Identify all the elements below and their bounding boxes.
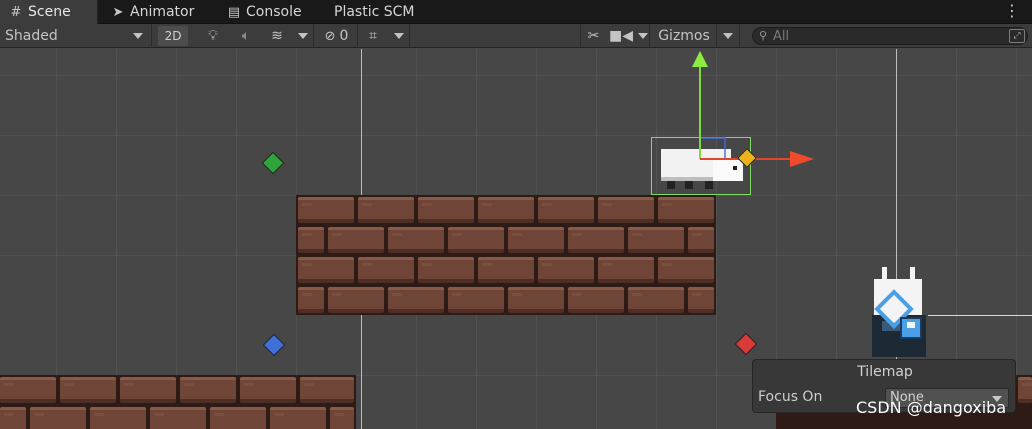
overlay-title: Tilemap <box>857 364 913 380</box>
chevron-down-icon <box>393 33 404 39</box>
move-y-axis-handle[interactable] <box>699 55 701 159</box>
layers-icon: ≋ <box>271 28 283 44</box>
tab-bar: # Scene ➤ Animator ▤ Console Plastic SCM… <box>0 0 1032 24</box>
script-gizmo-icon <box>872 289 922 339</box>
arrow-up-icon[interactable] <box>692 51 708 67</box>
watermark: CSDN @dangoxiba <box>856 398 1007 417</box>
shading-mode-label: Shaded <box>5 28 58 44</box>
chevron-down-icon <box>133 33 143 39</box>
scene-visibility-toggle[interactable]: ⊘ 0 <box>316 24 358 48</box>
focus-on-label: Focus On <box>758 389 823 405</box>
audio-toggle[interactable]: 🔈︎ <box>232 24 260 48</box>
more-options-icon[interactable]: ⋮ <box>1004 2 1020 20</box>
tab-animator[interactable]: ➤ Animator <box>102 0 218 24</box>
grid-line <box>56 49 57 429</box>
animator-icon: ➤ <box>112 4 124 20</box>
search-placeholder: All <box>773 29 790 44</box>
tools-icon: ✂ <box>587 28 600 44</box>
tab-plastic-scm-label: Plastic SCM <box>334 4 415 20</box>
camera-dropdown[interactable]: ■◀ <box>608 24 650 48</box>
scene-toolbar: Shaded 2D 💡︎ 🔈︎ ≋ ⊘ 0 ⌗ ✂ ■◀ Gizmos ⚲ Al… <box>0 24 1032 48</box>
effects-toggle[interactable]: ≋ <box>264 24 290 48</box>
tab-scene-label: Scene <box>28 4 71 20</box>
arrow-right-icon[interactable] <box>790 151 814 167</box>
lightbulb-icon: 💡︎ <box>208 28 218 44</box>
scene-search-field[interactable]: ⚲ All ⤢ <box>752 27 1028 45</box>
tools-button[interactable]: ✂ <box>580 24 606 48</box>
brick-ground[interactable] <box>0 375 356 429</box>
tab-plastic-scm[interactable]: Plastic SCM <box>326 0 446 24</box>
camera-icon: ■◀ <box>609 28 633 44</box>
hidden-eye-icon: ⊘ <box>324 28 336 44</box>
object-picker-icon[interactable]: ⤢ <box>1009 29 1025 43</box>
hidden-count: 0 <box>339 28 349 44</box>
chevron-down-icon <box>723 33 733 39</box>
gizmos-dropdown[interactable] <box>716 24 740 48</box>
tab-animator-label: Animator <box>130 4 195 20</box>
search-icon: ⚲ <box>759 29 768 42</box>
speaker-icon: 🔈︎ <box>241 28 251 44</box>
console-icon: ▤ <box>227 4 241 20</box>
chevron-down-icon <box>638 33 648 39</box>
gizmos-label: Gizmos <box>658 28 710 44</box>
grid-line <box>236 49 237 429</box>
gizmo-line <box>928 315 1032 316</box>
grid-line <box>0 75 1032 76</box>
grid-snapping-toggle[interactable]: ⌗ <box>360 24 386 48</box>
brick-platform[interactable] <box>296 195 716 315</box>
tab-console[interactable]: ▤ Console <box>218 0 326 24</box>
gizmos-button[interactable]: Gizmos <box>652 24 716 48</box>
grid-snap-icon: ⌗ <box>369 28 377 44</box>
shading-mode-dropdown[interactable]: Shaded <box>0 24 152 48</box>
tab-console-label: Console <box>246 4 302 20</box>
grid-icon: # <box>10 4 22 20</box>
grid-line <box>0 135 1032 136</box>
grid-line <box>116 49 117 429</box>
effects-dropdown[interactable] <box>292 24 314 48</box>
grid-snapping-dropdown[interactable] <box>388 24 410 48</box>
grid-line <box>176 49 177 429</box>
lighting-toggle[interactable]: 💡︎ <box>200 24 226 48</box>
toggle-2d-label: 2D <box>164 29 182 43</box>
chevron-down-icon <box>297 33 308 39</box>
grid-line <box>716 49 717 429</box>
green-gem[interactable] <box>261 151 285 175</box>
unity-scene-window: # Scene ➤ Animator ▤ Console Plastic SCM… <box>0 0 1032 429</box>
red-gem[interactable] <box>734 332 758 356</box>
toggle-2d-button[interactable]: 2D <box>158 26 188 46</box>
tab-scene[interactable]: # Scene <box>0 0 98 24</box>
blue-gem[interactable] <box>262 333 286 357</box>
move-plane-handle[interactable] <box>700 137 726 159</box>
